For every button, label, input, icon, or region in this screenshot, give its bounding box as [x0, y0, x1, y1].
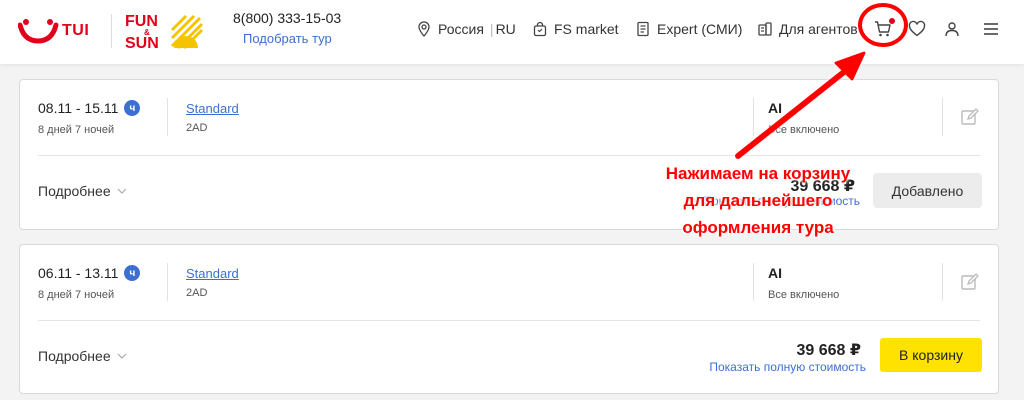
tour-card: 06.11 - 13.11 ч 8 дней 7 ночей Standard … — [19, 244, 999, 394]
agent-icon — [758, 22, 772, 36]
nav-region[interactable]: Россия | RU — [416, 20, 516, 38]
show-full-cost-link[interactable]: Показать полную стоимость — [670, 360, 866, 374]
divider — [942, 98, 943, 136]
chevron-down-icon — [117, 353, 127, 359]
card-divider — [38, 155, 980, 156]
divider — [167, 263, 168, 301]
logo-fun-text: FUN — [125, 13, 158, 30]
details-toggle[interactable]: Подробнее — [38, 183, 127, 199]
nav-expert[interactable]: Expert (СМИ) — [635, 20, 742, 38]
tour-dates: 06.11 - 13.11 ч — [38, 265, 141, 281]
nav-fs-market[interactable]: FS market — [532, 20, 619, 38]
nights-badge: ч — [124, 100, 141, 116]
divider — [942, 263, 943, 301]
phone-number[interactable]: 8(800) 333-15-03 — [233, 10, 341, 26]
pick-tour-link[interactable]: Подобрать тур — [243, 31, 332, 46]
document-icon — [637, 21, 649, 37]
cart-highlight-circle — [858, 3, 908, 47]
edit-icon[interactable] — [960, 107, 980, 127]
annotation-text: Нажимаем на корзину для дальнейшего офор… — [636, 160, 880, 241]
nav-region-separator: | — [489, 21, 494, 37]
tour-dates-text: 08.11 - 15.11 — [38, 100, 119, 116]
tour-duration: 8 дней 7 ночей — [38, 289, 115, 301]
profile-button[interactable] — [941, 18, 963, 40]
annotation-line-1: Нажимаем на корзину — [665, 164, 851, 183]
annotation-line-2: для дальнейшего — [683, 191, 833, 210]
details-toggle-label: Подробнее — [38, 183, 111, 199]
favorites-button[interactable] — [906, 18, 928, 40]
edit-icon[interactable] — [960, 272, 980, 292]
user-icon — [945, 22, 959, 37]
room-code: 2AD — [186, 122, 208, 134]
nav-region-label: Россия — [438, 21, 484, 37]
bag-icon — [533, 21, 547, 37]
room-type-link[interactable]: Standard — [186, 101, 239, 116]
room-code: 2AD — [186, 287, 208, 299]
room-type-link[interactable]: Standard — [186, 266, 239, 281]
menu-icon — [984, 23, 998, 35]
tour-price: 39 668 ₽ — [796, 342, 861, 359]
nights-badge: ч — [124, 265, 141, 281]
nav-fs-market-label: FS market — [554, 21, 619, 37]
nav-region-code: RU — [495, 21, 516, 37]
tui-logo-text: TUI — [62, 22, 90, 39]
heart-icon — [908, 20, 926, 37]
nav-agents[interactable]: Для агентов — [757, 20, 858, 38]
details-toggle-label: Подробнее — [38, 348, 111, 364]
fun-sun-logo[interactable]: FUN & SUN — [124, 10, 204, 50]
tour-dates-text: 06.11 - 13.11 — [38, 265, 119, 281]
tour-duration: 8 дней 7 ночей — [38, 124, 115, 136]
divider — [753, 98, 754, 136]
menu-button[interactable] — [980, 18, 1002, 40]
logo-divider — [111, 14, 112, 48]
add-to-cart-button[interactable]: В корзину — [880, 338, 982, 372]
meal-description: Все включено — [768, 124, 840, 136]
details-toggle[interactable]: Подробнее — [38, 348, 127, 364]
nav-expert-label: Expert (СМИ) — [657, 21, 743, 37]
nav-agents-label: Для агентов — [779, 21, 858, 37]
tour-dates: 08.11 - 15.11 ч — [38, 100, 141, 116]
divider — [167, 98, 168, 136]
meal-code: AI — [768, 265, 782, 281]
chevron-down-icon — [117, 188, 127, 194]
meal-code: AI — [768, 100, 782, 116]
meal-description: Все включено — [768, 289, 840, 301]
card-divider — [38, 320, 980, 321]
added-to-cart-button[interactable]: Добавлено — [873, 173, 982, 208]
location-icon — [418, 21, 430, 37]
divider — [753, 263, 754, 301]
logo-sun-text: SUN — [125, 35, 159, 50]
annotation-line-3: оформления тура — [682, 218, 834, 237]
